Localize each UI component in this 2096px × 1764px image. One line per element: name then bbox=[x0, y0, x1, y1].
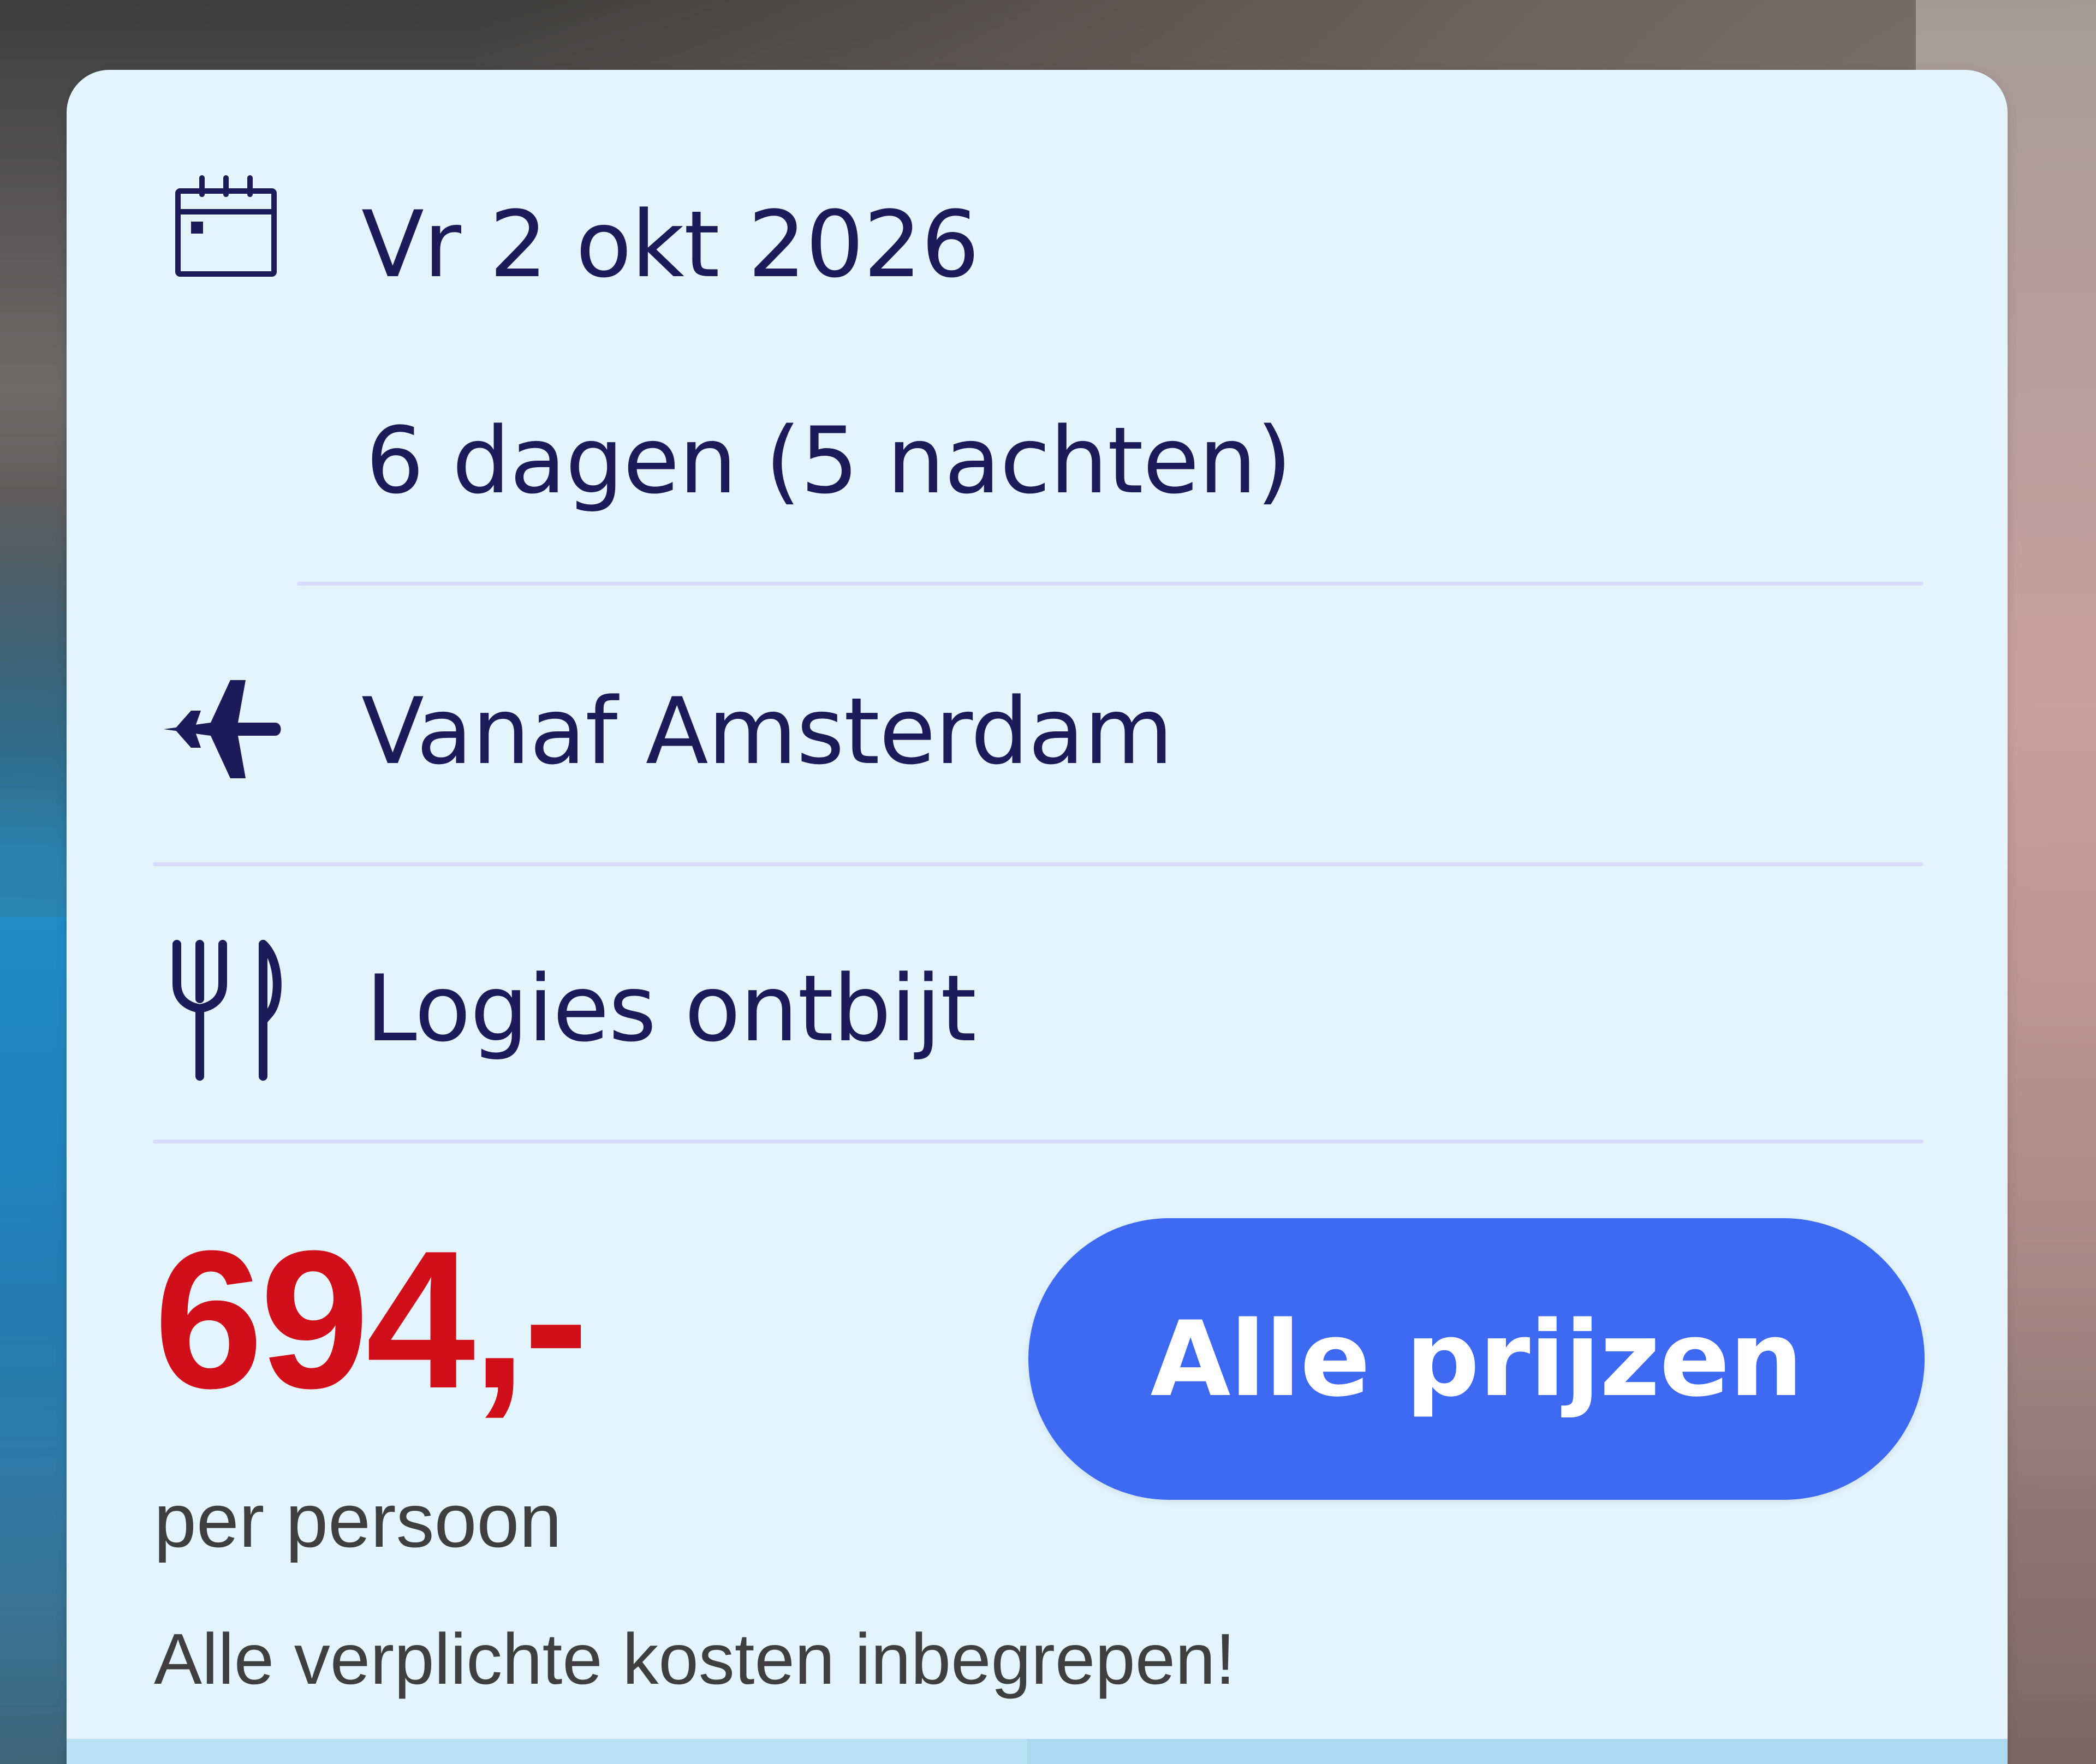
departure-airport: Vanaf Amsterdam bbox=[361, 678, 1173, 785]
airplane-icon bbox=[164, 680, 281, 778]
calendar-icon bbox=[175, 175, 277, 277]
divider bbox=[297, 582, 1924, 586]
divider bbox=[153, 862, 1924, 866]
card-bottom-strip bbox=[67, 1739, 2008, 1764]
price: 694,- bbox=[154, 1210, 589, 1429]
offer-card: Vr 2 okt 2026 6 dagen (5 nachten) Vanaf … bbox=[67, 70, 2008, 1764]
price-unit: per persoon bbox=[154, 1477, 562, 1563]
trip-duration: 6 dagen (5 nachten) bbox=[366, 407, 1292, 514]
fork-knife-icon bbox=[172, 940, 282, 1081]
price-note: Alle verplichte kosten inbegrepen! bbox=[154, 1619, 1236, 1699]
divider bbox=[153, 1140, 1924, 1143]
all-prices-button[interactable]: Alle prijzen bbox=[1028, 1218, 1925, 1500]
board-type: Logies ontbijt bbox=[366, 955, 976, 1062]
trip-date: Vr 2 okt 2026 bbox=[361, 191, 980, 298]
